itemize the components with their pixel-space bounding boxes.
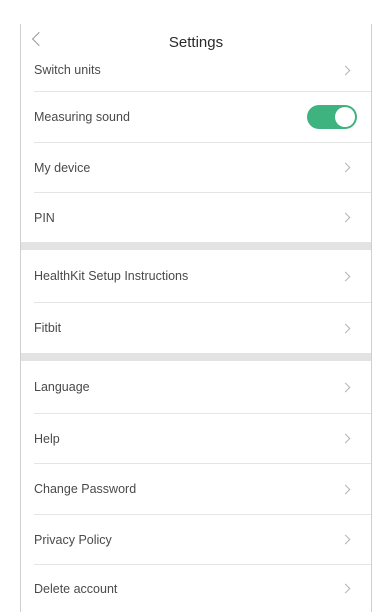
chevron-right-icon bbox=[340, 583, 351, 594]
chevron-right-icon bbox=[340, 271, 351, 281]
row-privacy-policy[interactable]: Privacy Policy bbox=[21, 515, 371, 564]
chevron-right-icon bbox=[340, 162, 351, 173]
page-title: Settings bbox=[168, 34, 224, 51]
chevron-right-icon bbox=[340, 484, 351, 494]
section-separator bbox=[21, 353, 371, 361]
section-separator bbox=[21, 242, 371, 250]
row-label: Privacy Policy bbox=[34, 532, 112, 547]
chevron-right-icon bbox=[340, 382, 351, 392]
row-label: Help bbox=[34, 431, 60, 446]
row-fitbit[interactable]: Fitbit bbox=[21, 303, 371, 353]
row-pin[interactable]: PIN bbox=[21, 193, 371, 242]
chevron-right-icon bbox=[340, 323, 351, 333]
nav-header: Settings bbox=[21, 24, 371, 60]
row-measuring-sound: Measuring sound bbox=[21, 92, 371, 142]
row-language[interactable]: Language bbox=[21, 361, 371, 413]
row-label: PIN bbox=[34, 210, 55, 225]
chevron-right-icon bbox=[340, 212, 351, 223]
chevron-right-icon bbox=[340, 65, 351, 75]
row-label: Language bbox=[34, 380, 90, 394]
row-label: Fitbit bbox=[34, 321, 62, 335]
row-label: Switch units bbox=[34, 63, 101, 77]
row-change-password[interactable]: Change Password bbox=[21, 464, 371, 514]
row-label: Delete account bbox=[34, 581, 118, 596]
row-label: Measuring sound bbox=[34, 110, 130, 124]
chevron-right-icon bbox=[340, 534, 351, 545]
row-healthkit-setup[interactable]: HealthKit Setup Instructions bbox=[21, 250, 371, 302]
row-label: Change Password bbox=[34, 482, 137, 496]
measuring-sound-toggle[interactable] bbox=[307, 105, 357, 129]
row-delete-account[interactable]: Delete account bbox=[21, 565, 371, 612]
row-label: HealthKit Setup Instructions bbox=[34, 269, 189, 283]
chevron-right-icon bbox=[340, 433, 351, 444]
row-my-device[interactable]: My device bbox=[21, 143, 371, 192]
row-label: My device bbox=[34, 160, 91, 175]
row-help[interactable]: Help bbox=[21, 414, 371, 463]
toggle-knob bbox=[335, 107, 355, 127]
settings-screen: Switch units Measuring sound My device P… bbox=[20, 24, 372, 612]
